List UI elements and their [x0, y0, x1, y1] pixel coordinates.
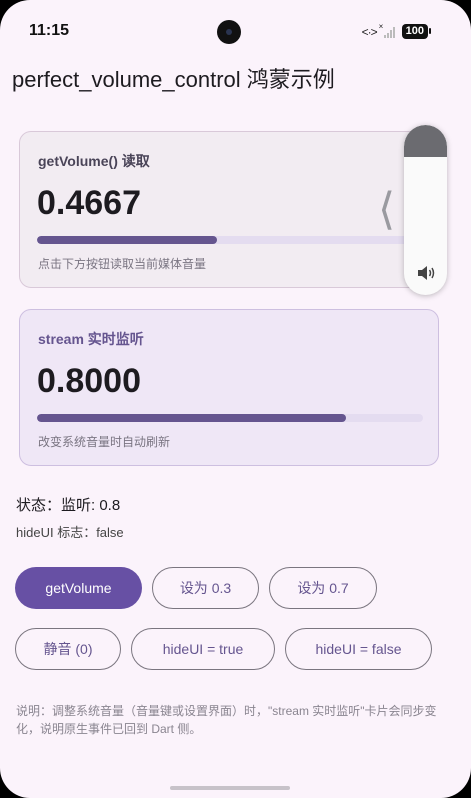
page-title: perfect_volume_control 鸿蒙示例 — [12, 67, 335, 92]
get-volume-card-label: getVolume() 读取 — [38, 153, 150, 169]
set-volume-0.3-button[interactable]: 设为 0.3 — [152, 567, 259, 609]
stream-progress — [37, 414, 423, 422]
status-icons: <·> × 100 — [361, 22, 432, 39]
set-volume-0.7-button[interactable]: 设为 0.7 — [269, 567, 377, 609]
get-volume-card: getVolume() 读取 0.4667 点击下方按钮读取当前媒体音量 — [19, 131, 439, 288]
volume-panel-collapse-icon[interactable]: ⟨ — [378, 188, 395, 232]
get-volume-button[interactable]: getVolume — [15, 567, 142, 609]
data-transfer-icon: <·> — [361, 24, 378, 39]
hideui-flag-text: hideUI 标志：false — [16, 525, 124, 540]
status-time: 11:15 — [29, 22, 70, 39]
status-bar: 11:15 <·> × 100 — [0, 0, 471, 60]
system-volume-level — [404, 125, 447, 158]
speaker-icon — [418, 266, 435, 280]
mute-button[interactable]: 静音 (0) — [15, 628, 121, 670]
status-text: 状态：监听: 0.8 — [16, 497, 121, 514]
stream-hint: 改变系统音量时自动刷新 — [38, 435, 171, 449]
stream-value: 0.8000 — [37, 362, 141, 400]
hideui-false-button[interactable]: hideUI = false — [285, 628, 432, 670]
get-volume-hint: 点击下方按钮读取当前媒体音量 — [38, 257, 207, 271]
get-volume-progress — [37, 236, 423, 244]
explanation-note: 说明：调整系统音量（音量键或设置界面）时，"stream 实时监听"卡片会同步变… — [16, 704, 437, 736]
phone-screen: 11:15 <·> × 100 perfect_volume_control 鸿… — [0, 0, 471, 798]
no-signal-icon: × — [378, 21, 384, 31]
stream-card: stream 实时监听 0.8000 改变系统音量时自动刷新 — [19, 309, 439, 466]
signal-icon: × — [379, 22, 395, 38]
stream-progress-fill — [37, 414, 346, 422]
system-volume-slider[interactable] — [404, 125, 447, 295]
hideui-true-button[interactable]: hideUI = true — [131, 628, 275, 670]
battery-icon: 100 — [401, 24, 432, 39]
front-camera — [217, 20, 241, 44]
get-volume-progress-fill — [37, 236, 218, 244]
home-indicator[interactable] — [170, 786, 290, 790]
get-volume-value: 0.4667 — [37, 184, 141, 222]
stream-card-label: stream 实时监听 — [38, 331, 144, 347]
